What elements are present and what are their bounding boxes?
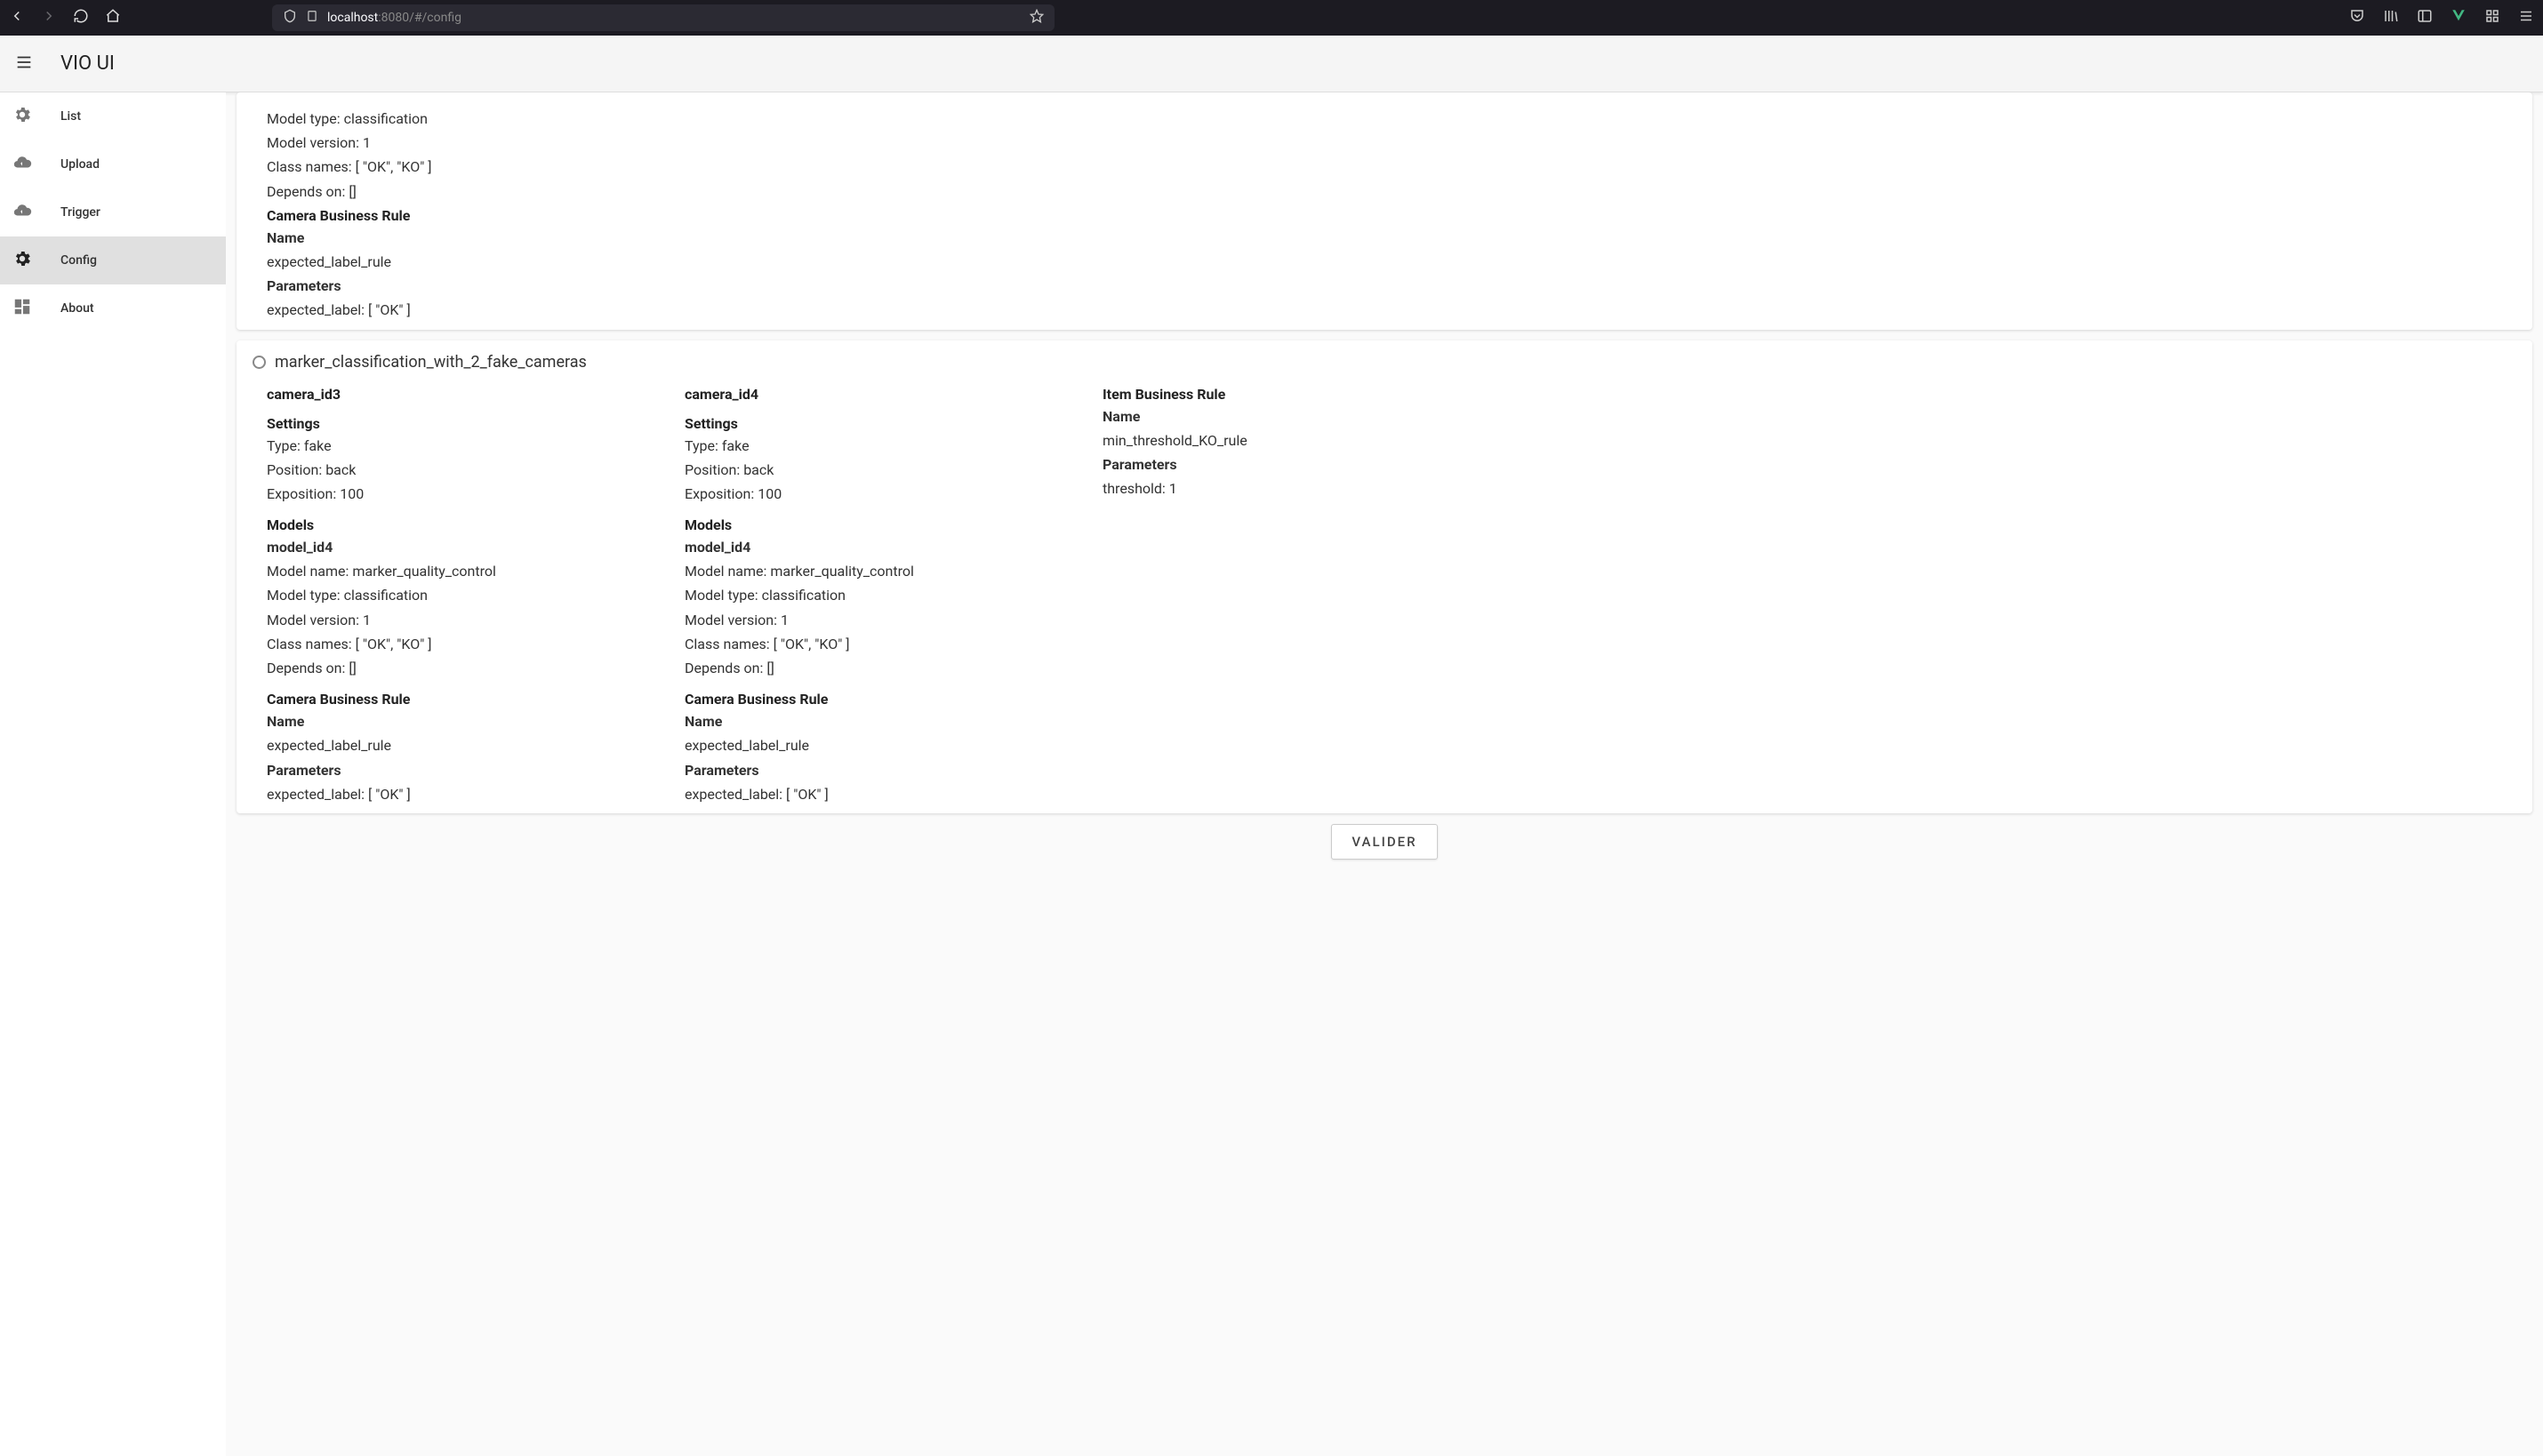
library-icon[interactable] bbox=[2383, 8, 2399, 28]
setting-type: Type: fake bbox=[267, 436, 649, 456]
rule-name: expected_label_rule bbox=[685, 735, 1067, 756]
app-menu-icon[interactable] bbox=[2518, 8, 2534, 28]
nav-home-icon[interactable] bbox=[105, 8, 121, 28]
vue-devtools-icon[interactable] bbox=[2451, 8, 2467, 28]
rule-name: expected_label_rule bbox=[267, 735, 649, 756]
cloud-upload-icon bbox=[12, 153, 32, 176]
model-type: Model type: classification bbox=[267, 108, 2516, 129]
class-names: Class names: [ "OK", "KO" ] bbox=[267, 634, 649, 654]
camera-id: camera_id4 bbox=[685, 386, 1067, 403]
nav-forward-icon[interactable] bbox=[41, 8, 57, 28]
camera-col-b: camera_id4 Settings Type: fake Position:… bbox=[685, 380, 1067, 804]
cloud-upload-icon bbox=[12, 201, 32, 224]
camera-id: camera_id3 bbox=[267, 386, 649, 403]
main-content: Model type: classification Model version… bbox=[226, 92, 2543, 1456]
settings-head: Settings bbox=[685, 415, 1067, 432]
sidebar: List Upload Trigger Config About bbox=[0, 92, 226, 1456]
sidebar-item-label: Upload bbox=[60, 157, 100, 172]
config-card-2: marker_classification_with_2_fake_camera… bbox=[237, 340, 2532, 813]
gear-icon bbox=[12, 105, 32, 128]
nav-reload-icon[interactable] bbox=[73, 8, 89, 28]
params-head: Parameters bbox=[1103, 454, 1352, 475]
rule-params: threshold: 1 bbox=[1103, 478, 1352, 499]
browser-toolbar: localhost:8080/#/config bbox=[0, 0, 2543, 36]
setting-position: Position: back bbox=[685, 460, 1067, 480]
model-type: Model type: classification bbox=[267, 585, 649, 605]
model-name: Model name: marker_quality_control bbox=[267, 561, 649, 581]
model-id: model_id4 bbox=[267, 537, 649, 557]
setting-position: Position: back bbox=[267, 460, 649, 480]
name-head: Name bbox=[1103, 406, 1352, 427]
models-head: Models bbox=[267, 516, 649, 533]
sidebar-item-trigger[interactable]: Trigger bbox=[0, 188, 226, 236]
depends-on: Depends on: [] bbox=[267, 658, 649, 678]
sidebar-panel-icon[interactable] bbox=[2417, 8, 2433, 28]
name-head: Name bbox=[267, 711, 649, 732]
camera-col-a: camera_id3 Settings Type: fake Position:… bbox=[267, 380, 649, 804]
settings-head: Settings bbox=[267, 415, 649, 432]
params-head: Parameters bbox=[267, 276, 2516, 296]
setting-exposition: Exposition: 100 bbox=[267, 484, 649, 504]
sidebar-item-config[interactable]: Config bbox=[0, 236, 226, 284]
validate-button[interactable]: VALIDER bbox=[1331, 824, 1437, 860]
rule-name: min_threshold_KO_rule bbox=[1103, 430, 1352, 451]
camera-rule-head: Camera Business Rule bbox=[267, 691, 649, 708]
depends-on: Depends on: [] bbox=[267, 181, 2516, 202]
model-version: Model version: 1 bbox=[267, 610, 649, 630]
setting-exposition: Exposition: 100 bbox=[685, 484, 1067, 504]
name-head: Name bbox=[267, 228, 2516, 248]
model-version: Model version: 1 bbox=[685, 610, 1067, 630]
rule-params: expected_label: [ "OK" ] bbox=[267, 784, 649, 804]
menu-toggle-icon[interactable] bbox=[14, 52, 34, 76]
rule-name: expected_label_rule bbox=[267, 252, 2516, 272]
rule-params: expected_label: [ "OK" ] bbox=[685, 784, 1067, 804]
name-head: Name bbox=[685, 711, 1067, 732]
config-card-partial: Model type: classification Model version… bbox=[237, 92, 2532, 330]
model-name: Model name: marker_quality_control bbox=[685, 561, 1067, 581]
bookmark-star-icon[interactable] bbox=[1030, 9, 1044, 27]
app-title: VIO UI bbox=[60, 52, 115, 75]
sidebar-item-label: Trigger bbox=[60, 205, 100, 220]
camera-rule-head: Camera Business Rule bbox=[267, 207, 2516, 224]
depends-on: Depends on: [] bbox=[685, 658, 1067, 678]
class-names: Class names: [ "OK", "KO" ] bbox=[267, 156, 2516, 177]
sidebar-item-about[interactable]: About bbox=[0, 284, 226, 332]
item-rule-head: Item Business Rule bbox=[1103, 386, 1352, 403]
url-text: localhost:8080/#/config bbox=[327, 11, 461, 25]
camera-rule-head: Camera Business Rule bbox=[685, 691, 1067, 708]
app-bar: VIO UI bbox=[0, 36, 2543, 92]
sidebar-item-label: List bbox=[60, 109, 81, 124]
model-version: Model version: 1 bbox=[267, 132, 2516, 153]
class-names: Class names: [ "OK", "KO" ] bbox=[685, 634, 1067, 654]
sidebar-item-list[interactable]: List bbox=[0, 92, 226, 140]
sidebar-item-label: Config bbox=[60, 253, 97, 268]
sidebar-item-upload[interactable]: Upload bbox=[0, 140, 226, 188]
radio-unselected[interactable] bbox=[253, 356, 266, 369]
pocket-icon[interactable] bbox=[2349, 8, 2365, 28]
item-rule-col: Item Business Rule Name min_threshold_KO… bbox=[1103, 380, 1352, 804]
gear-icon bbox=[12, 249, 32, 272]
setting-type: Type: fake bbox=[685, 436, 1067, 456]
extensions-icon[interactable] bbox=[2484, 8, 2500, 28]
sidebar-item-label: About bbox=[60, 301, 94, 316]
page-icon bbox=[306, 10, 318, 26]
params-head: Parameters bbox=[685, 760, 1067, 780]
config-title: marker_classification_with_2_fake_camera… bbox=[275, 353, 587, 372]
models-head: Models bbox=[685, 516, 1067, 533]
nav-back-icon[interactable] bbox=[9, 8, 25, 28]
model-type: Model type: classification bbox=[685, 585, 1067, 605]
model-id: model_id4 bbox=[685, 537, 1067, 557]
params-head: Parameters bbox=[267, 760, 649, 780]
dashboard-icon bbox=[12, 297, 32, 320]
shield-icon bbox=[283, 9, 297, 27]
address-bar[interactable]: localhost:8080/#/config bbox=[272, 4, 1055, 31]
rule-params: expected_label: [ "OK" ] bbox=[267, 300, 2516, 320]
